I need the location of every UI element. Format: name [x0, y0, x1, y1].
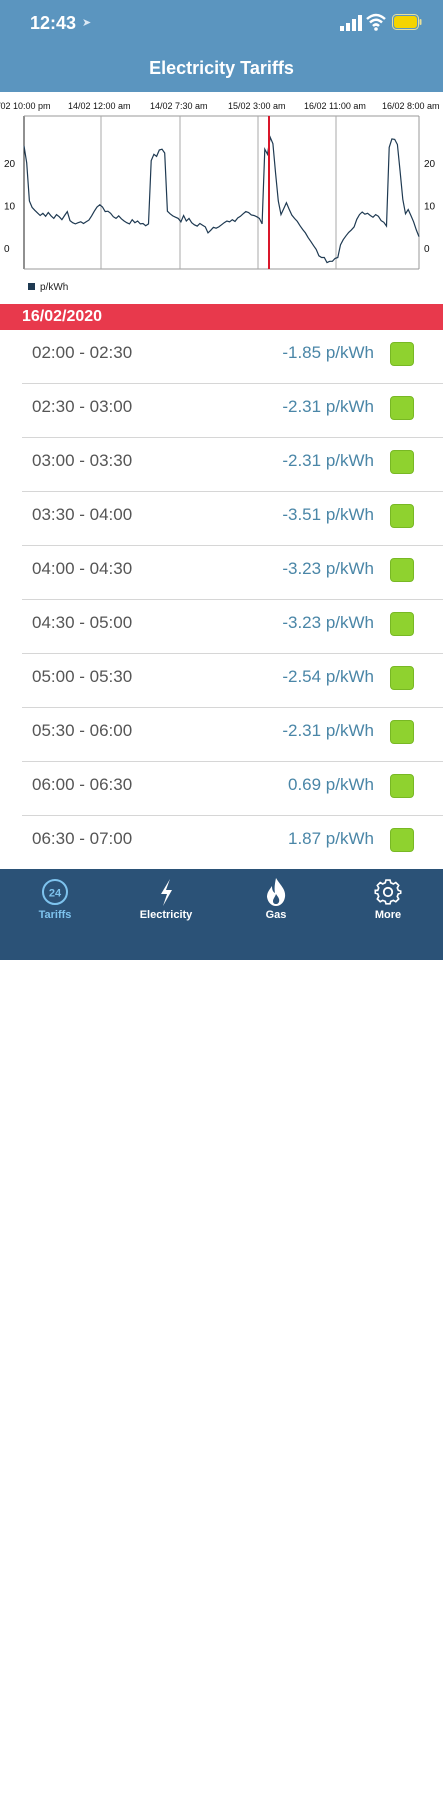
- x-tick-label: 16/02 11:00 am: [304, 101, 366, 111]
- tariff-price: -2.31 p/kWh: [282, 397, 374, 416]
- tariff-price: -3.51 p/kWh: [282, 505, 374, 524]
- price-indicator-green: [390, 450, 414, 474]
- tariff-row[interactable]: 05:00 - 05:30 -2.54 p/kWh: [0, 654, 443, 708]
- date-banner-text: 16/02/2020: [22, 308, 103, 325]
- x-tick-label: 16/02 8:00 am: [382, 101, 440, 111]
- tariff-time-range: 05:00 - 05:30: [32, 667, 133, 686]
- price-chart[interactable]: /02 10:00 pm 14/02 12:00 am 14/02 7:30 am 1…: [0, 92, 443, 304]
- legend-swatch: [28, 283, 35, 290]
- x-tick-label: 15/02 3:00 am: [228, 101, 286, 111]
- wifi-icon: [366, 13, 386, 31]
- tariff-row[interactable]: 06:00 - 06:30 0.69 p/kWh: [0, 762, 443, 816]
- gear-icon: [374, 879, 402, 905]
- tariff-price: -1.85 p/kWh: [282, 343, 374, 362]
- tariff-row[interactable]: 04:30 - 05:00 -3.23 p/kWh: [0, 600, 443, 654]
- tariff-time-range: 05:30 - 06:00: [32, 721, 133, 740]
- price-indicator-green: [390, 828, 414, 852]
- svg-text:24: 24: [49, 888, 62, 900]
- tab-gas-label: Gas: [265, 909, 287, 921]
- tab-tariffs-label: Tariffs: [38, 909, 72, 921]
- chart-legend: p/kWh: [28, 282, 68, 293]
- lightning-icon: [161, 879, 172, 906]
- x-tick-label: 14/02 7:30 am: [150, 101, 208, 111]
- price-indicator-green: [390, 774, 414, 798]
- battery-icon: [392, 14, 422, 30]
- tariff-price: 1.87 p/kWh: [288, 829, 374, 848]
- price-chart-svg: /02 10:00 pm 14/02 12:00 am 14/02 7:30 am 1…: [0, 101, 440, 270]
- tariff-row[interactable]: 03:00 - 03:30 -2.31 p/kWh: [0, 438, 443, 492]
- tab-more[interactable]: More: [348, 869, 428, 939]
- status-bar: 12:43 ➤: [0, 0, 443, 46]
- tariff-time-range: 02:00 - 02:30: [32, 343, 133, 362]
- tariff-price: 0.69 p/kWh: [288, 775, 374, 794]
- header-bar: 12:43 ➤ Electricity Tariffs: [0, 0, 443, 92]
- y-tick-label-left: 0: [4, 244, 10, 255]
- y-tick-label-left: 10: [4, 201, 16, 212]
- status-time: 12:43: [30, 13, 77, 33]
- tab-electricity-label: Electricity: [139, 909, 193, 921]
- cellular-signal-icon: [340, 15, 362, 31]
- tariff-time-range: 04:30 - 05:00: [32, 613, 133, 632]
- tab-gas[interactable]: Gas: [236, 869, 316, 939]
- y-tick-label-right: 20: [424, 159, 436, 170]
- price-indicator-green: [390, 612, 414, 636]
- tariff-row[interactable]: 02:30 - 03:00 -2.31 p/kWh: [0, 384, 443, 438]
- tariff-price: -2.31 p/kWh: [282, 721, 374, 740]
- tariff-list[interactable]: 02:00 - 02:30 -1.85 p/kWh 02:30 - 03:00 -2.…: [0, 330, 443, 870]
- tariff-time-range: 03:30 - 04:00: [32, 505, 133, 524]
- tab-more-label: More: [374, 909, 402, 921]
- tariff-price: -3.23 p/kWh: [282, 559, 374, 578]
- tariff-time-range: 06:30 - 07:00: [32, 829, 133, 848]
- tab-electricity[interactable]: Electricity: [126, 869, 206, 939]
- location-arrow-icon: ➤: [82, 17, 92, 29]
- price-indicator-green: [390, 666, 414, 690]
- tariff-row[interactable]: 02:00 - 02:30 -1.85 p/kWh: [0, 330, 443, 384]
- tariff-row[interactable]: 06:30 - 07:00 1.87 p/kWh: [0, 816, 443, 870]
- x-tick-label: 14/02 12:00 am: [68, 101, 131, 111]
- tariff-time-range: 03:00 - 03:30: [32, 451, 133, 470]
- tariff-time-range: 04:00 - 04:30: [32, 559, 133, 578]
- tab-bar: 24 Tariffs Electricity Gas More: [0, 869, 443, 1819]
- price-indicator-green: [390, 720, 414, 744]
- y-tick-label-right: 0: [424, 244, 430, 255]
- price-indicator-green: [390, 342, 414, 366]
- tariff-row[interactable]: 05:30 - 06:00 -2.31 p/kWh: [0, 708, 443, 762]
- x-tick-label: /02 10:00 pm: [0, 101, 51, 111]
- tariff-price: -2.31 p/kWh: [282, 451, 374, 470]
- tariff-row[interactable]: 03:30 - 04:00 -3.51 p/kWh: [0, 492, 443, 546]
- flame-icon: [267, 878, 286, 906]
- clock-24-icon: 24: [42, 879, 68, 905]
- y-tick-label-left: 20: [4, 159, 16, 170]
- price-indicator-green: [390, 504, 414, 528]
- tariff-price: -3.23 p/kWh: [282, 613, 374, 632]
- price-indicator-green: [390, 558, 414, 582]
- y-tick-label-right: 10: [424, 201, 436, 212]
- price-indicator-green: [390, 396, 414, 420]
- date-banner: 16/02/2020: [0, 304, 443, 330]
- series-line-p-kwh: [23, 135, 420, 264]
- tariff-time-range: 02:30 - 03:00: [32, 397, 133, 416]
- tariff-row[interactable]: 04:00 - 04:30 -3.23 p/kWh: [0, 546, 443, 600]
- page-title: Electricity Tariffs: [149, 58, 294, 78]
- home-indicator: [143, 1814, 300, 1819]
- tariff-price: -2.54 p/kWh: [282, 667, 374, 686]
- tab-tariffs[interactable]: 24 Tariffs: [15, 869, 95, 939]
- legend-label: p/kWh: [40, 282, 69, 293]
- tariff-time-range: 06:00 - 06:30: [32, 775, 133, 794]
